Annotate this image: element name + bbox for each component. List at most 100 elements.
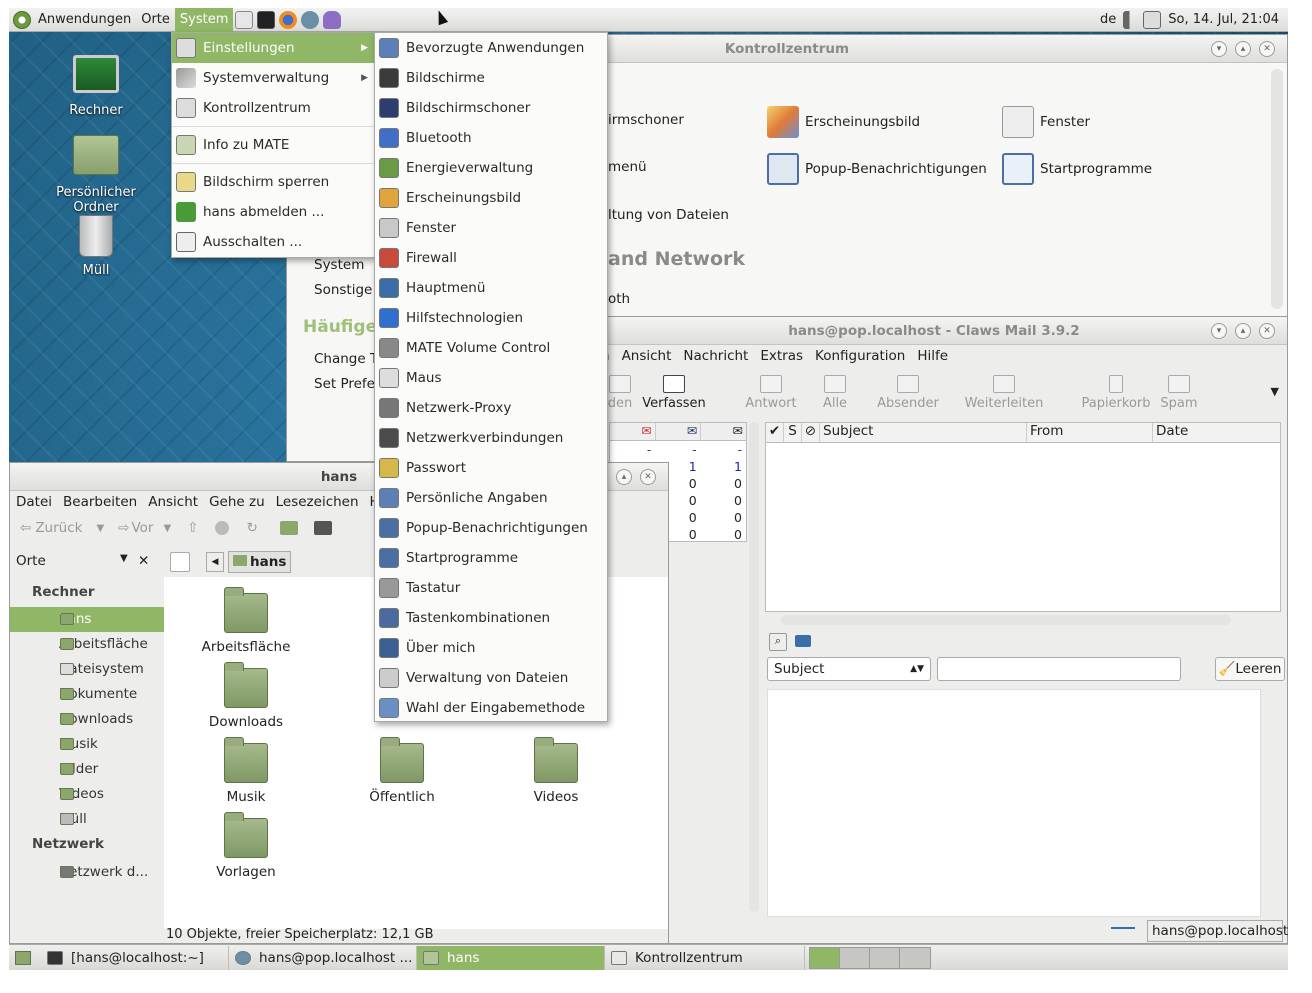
- submenu-item-11[interactable]: Maus: [375, 363, 607, 393]
- toolbar-trash[interactable]: Papierkorb: [1079, 375, 1153, 411]
- home-icon[interactable]: [279, 521, 298, 535]
- menu-konfiguration[interactable]: Konfiguration: [815, 348, 905, 364]
- cc-item-main-menu[interactable]: menü: [608, 159, 647, 175]
- message-view[interactable]: [767, 689, 1261, 917]
- sidebar-item-4[interactable]: Downloads: [10, 707, 164, 732]
- folder-oeffentlich[interactable]: Öffentlich: [347, 737, 457, 805]
- submenu-item-2[interactable]: Bildschirmschoner: [375, 93, 607, 123]
- sidebar-item-3[interactable]: Dokumente: [10, 682, 164, 707]
- text-editor-launcher-icon[interactable]: [235, 10, 254, 29]
- search-input[interactable]: [937, 657, 1181, 681]
- folder-downloads[interactable]: Downloads: [191, 662, 301, 730]
- network-icon[interactable]: [1143, 10, 1162, 29]
- submenu-item-7[interactable]: Firewall: [375, 243, 607, 273]
- workspace-1[interactable]: [810, 947, 840, 968]
- folder-videos[interactable]: Videos: [501, 737, 611, 805]
- claws-mail-titlebar[interactable]: hans@pop.localhost - Claws Mail 3.9.2 ▾ …: [581, 317, 1287, 345]
- minimize-button[interactable]: ▾: [1211, 323, 1227, 339]
- clear-search-button[interactable]: 🧹Leeren: [1215, 657, 1285, 681]
- path-left-arrow-icon[interactable]: ◀: [206, 552, 224, 572]
- submenu-item-8[interactable]: Hauptmenü: [375, 273, 607, 303]
- sidebar-item-8[interactable]: Müll: [10, 807, 164, 832]
- sidebar-item-5[interactable]: Musik: [10, 732, 164, 757]
- folder-open-icon[interactable]: [795, 635, 811, 647]
- toolbar-receive[interactable]: den: [605, 375, 635, 411]
- submenu-item-17[interactable]: Startprogramme: [375, 543, 607, 573]
- workspace-switcher[interactable]: [809, 946, 931, 969]
- workspace-3[interactable]: [870, 947, 900, 968]
- submenu-item-9[interactable]: Hilfstechnologien: [375, 303, 607, 333]
- forward-dropdown-icon[interactable]: ▼: [163, 523, 171, 534]
- col-mark[interactable]: ✔: [766, 423, 784, 442]
- path-button-hans[interactable]: hans: [228, 551, 292, 573]
- submenu-item-13[interactable]: Netzwerkverbindungen: [375, 423, 607, 453]
- submenu-item-19[interactable]: Tastenkombinationen: [375, 603, 607, 633]
- sidebar-item-7[interactable]: Videos: [10, 782, 164, 807]
- terminal-launcher-icon[interactable]: [257, 10, 276, 29]
- volume-icon[interactable]: [1123, 10, 1140, 29]
- toolbar-reply-all[interactable]: Alle: [817, 375, 853, 411]
- task-terminal[interactable]: [hans@localhost:~]: [41, 945, 229, 970]
- toolbar-reply-sender[interactable]: Absender: [873, 375, 943, 411]
- cc-sidebar-system[interactable]: System: [314, 257, 364, 273]
- submenu-item-22[interactable]: Wahl der Eingabemethode: [375, 693, 607, 723]
- folder-count-row[interactable]: ---: [610, 441, 746, 458]
- claws-mail-launcher-icon[interactable]: [301, 10, 320, 29]
- keyboard-layout-indicator[interactable]: de: [1095, 8, 1121, 32]
- col-status[interactable]: S: [784, 423, 802, 442]
- cc-item-bluetooth[interactable]: oth: [608, 291, 630, 307]
- submenu-item-18[interactable]: Tastatur: [375, 573, 607, 603]
- folder-musik[interactable]: Musik: [191, 737, 301, 805]
- cc-item-file-management[interactable]: ltung von Dateien: [608, 207, 729, 223]
- back-button[interactable]: Zurück: [35, 520, 82, 536]
- toolbar-spam[interactable]: Spam: [1157, 375, 1201, 411]
- menu-system[interactable]: System: [174, 7, 234, 32]
- task-claws-mail[interactable]: hans@pop.localhost ...: [229, 945, 417, 970]
- col-date[interactable]: Date: [1153, 423, 1280, 442]
- menu-anwendungen[interactable]: Anwendungen: [33, 8, 136, 32]
- cc-item-screensaver[interactable]: irmschoner: [608, 112, 684, 128]
- submenu-item-15[interactable]: Persönliche Angaben: [375, 483, 607, 513]
- desktop-icon-trash[interactable]: Müll: [36, 215, 156, 278]
- close-button[interactable]: ✕: [1259, 41, 1275, 57]
- cc-task-set-preferred[interactable]: Set Prefe: [314, 376, 375, 392]
- menu-gehe-zu[interactable]: Gehe zu: [209, 494, 265, 510]
- submenu-item-10[interactable]: MATE Volume Control: [375, 333, 607, 363]
- submenu-item-14[interactable]: Passwort: [375, 453, 607, 483]
- desktop-icon-home[interactable]: Persönlicher Ordner: [36, 135, 156, 215]
- search-icon[interactable]: ⌕: [769, 633, 787, 651]
- submenu-item-4[interactable]: Energieverwaltung: [375, 153, 607, 183]
- submenu-item-20[interactable]: Über mich: [375, 633, 607, 663]
- menu-item-info-mate[interactable]: Info zu MATE: [172, 130, 374, 160]
- cc-item-appearance[interactable]: Erscheinungsbild: [767, 106, 920, 138]
- close-button[interactable]: ✕: [640, 469, 656, 485]
- submenu-item-3[interactable]: Bluetooth: [375, 123, 607, 153]
- submenu-item-0[interactable]: Bevorzugte Anwendungen: [375, 33, 607, 63]
- forward-arrow-icon[interactable]: ⇨: [118, 520, 129, 536]
- folder-arbeitsflaeche[interactable]: Arbeitsfläche: [191, 587, 301, 655]
- clock[interactable]: So, 14. Jul, 21:04: [1163, 8, 1284, 32]
- toolbar-reply[interactable]: Antwort: [743, 375, 799, 411]
- menu-datei[interactable]: Datei: [16, 494, 52, 510]
- back-dropdown-icon[interactable]: ▼: [96, 523, 104, 534]
- edit-location-icon[interactable]: [170, 552, 190, 572]
- workspace-4[interactable]: [900, 947, 930, 968]
- menu-ansicht[interactable]: Ansicht: [622, 348, 672, 364]
- cc-sidebar-other[interactable]: Sonstige: [314, 282, 372, 298]
- menu-extras[interactable]: Extras: [760, 348, 803, 364]
- back-arrow-icon[interactable]: ⇦: [20, 520, 31, 536]
- toolbar-forward[interactable]: Weiterleiten: [963, 375, 1045, 411]
- submenu-item-16[interactable]: Popup-Benachrichtigungen: [375, 513, 607, 543]
- toolbar-compose[interactable]: Verfassen: [641, 375, 707, 411]
- workspace-2[interactable]: [840, 947, 870, 968]
- maximize-button[interactable]: ▴: [1235, 323, 1251, 339]
- sidebar-item-1[interactable]: Arbeitsfläche: [10, 632, 164, 657]
- submenu-item-5[interactable]: Erscheinungsbild: [375, 183, 607, 213]
- firefox-launcher-icon[interactable]: [279, 10, 298, 29]
- menu-item-logout[interactable]: hans abmelden ...: [172, 197, 374, 227]
- sidebar-item-network[interactable]: Netzwerk d...: [10, 860, 164, 885]
- menu-item-lock-screen[interactable]: Bildschirm sperren: [172, 167, 374, 197]
- mate-logo-icon[interactable]: [13, 10, 31, 29]
- cc-item-startup[interactable]: Startprogramme: [1002, 153, 1152, 185]
- menu-lesezeichen[interactable]: Lesezeichen: [276, 494, 359, 510]
